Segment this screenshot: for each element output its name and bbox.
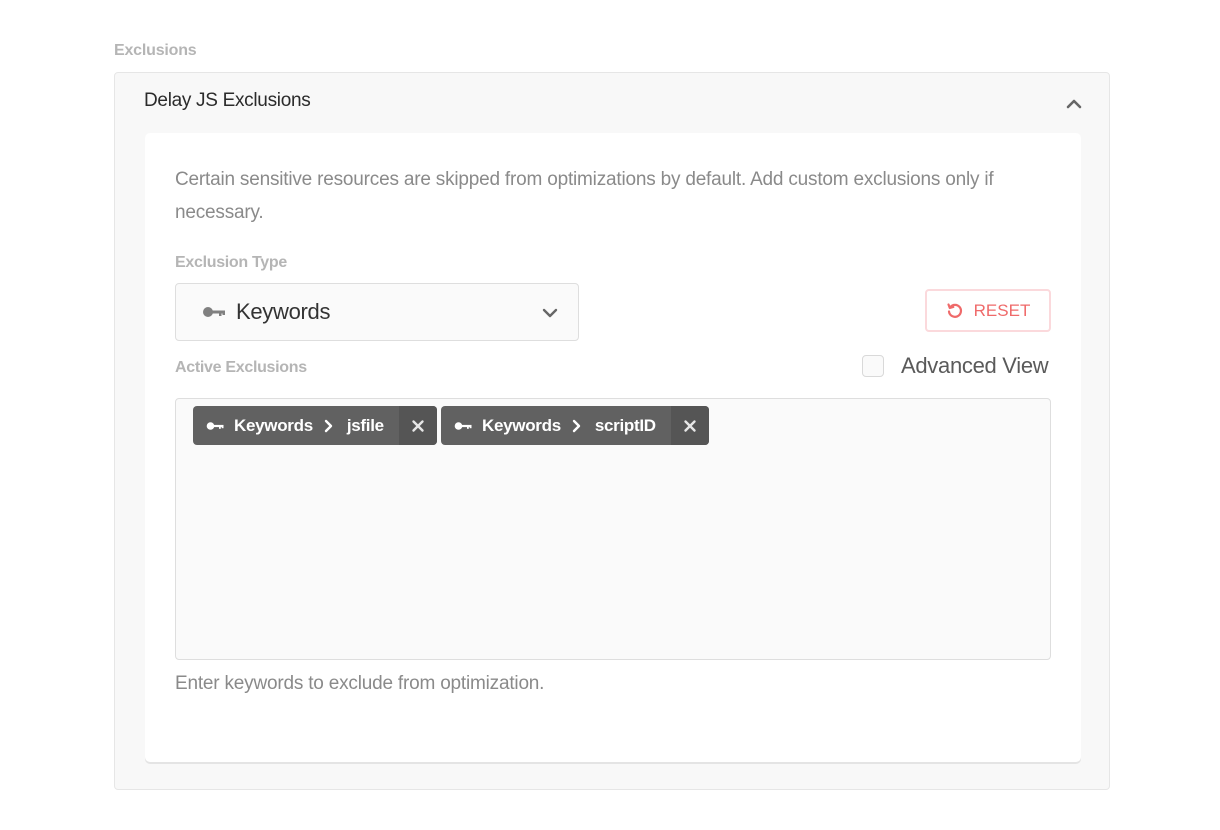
tag-value: scriptID xyxy=(594,415,656,435)
chevron-down-icon xyxy=(542,308,558,318)
tag-type: Keywords xyxy=(234,415,313,435)
advanced-view-label: Advanced View xyxy=(901,353,1049,378)
reset-label: RESET xyxy=(973,300,1031,320)
section-label: Exclusions xyxy=(114,42,197,59)
exclusion-type-label: Exclusion Type xyxy=(175,254,287,271)
active-exclusions-box[interactable]: Keywords jsfile Keywords scriptID xyxy=(175,398,1051,660)
tag-type: Keywords xyxy=(482,415,561,435)
description-text: Certain sensitive resources are skipped … xyxy=(175,169,994,223)
exclusion-type-select[interactable]: Keywords xyxy=(175,283,579,341)
close-icon xyxy=(684,419,696,432)
remove-tag-button[interactable] xyxy=(670,406,709,445)
remove-tag-button[interactable] xyxy=(398,406,437,445)
chevron-right-icon xyxy=(323,419,333,433)
tag-value: jsfile xyxy=(346,415,384,435)
collapse-button[interactable] xyxy=(1061,91,1087,115)
exclusion-tag: Keywords jsfile xyxy=(193,406,437,445)
delay-js-exclusions-panel: Delay JS Exclusions Certain sensitive re… xyxy=(114,72,1110,790)
active-exclusions-label: Active Exclusions xyxy=(175,359,307,376)
chevron-up-icon xyxy=(1066,99,1082,109)
reset-button[interactable]: RESET xyxy=(925,289,1051,332)
advanced-view-toggle[interactable]: Advanced View xyxy=(862,353,1049,379)
helper-text: Enter keywords to exclude from optimizat… xyxy=(175,673,545,694)
exclusion-tag: Keywords scriptID xyxy=(441,406,709,445)
exclusions-card: Certain sensitive resources are skipped … xyxy=(145,133,1081,762)
advanced-view-checkbox[interactable] xyxy=(862,355,884,377)
key-icon xyxy=(206,421,224,431)
close-icon xyxy=(412,419,424,432)
exclusion-type-value: Keywords xyxy=(236,299,331,324)
undo-icon xyxy=(946,302,964,320)
panel-title: Delay JS Exclusions xyxy=(144,90,311,111)
chevron-right-icon xyxy=(571,419,581,433)
key-icon xyxy=(454,421,472,431)
key-icon xyxy=(202,305,226,319)
